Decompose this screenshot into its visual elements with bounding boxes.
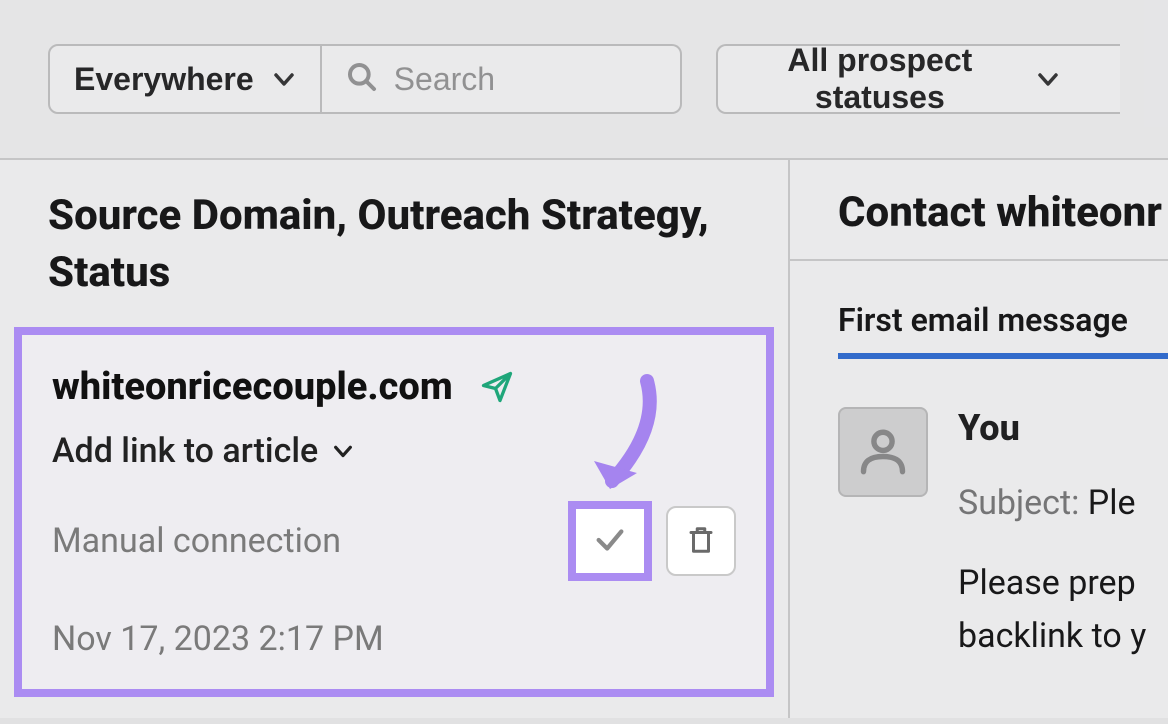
avatar [838,407,928,497]
search-input[interactable] [394,61,656,98]
list-column-header: Source Domain, Outreach Strategy, Status [0,188,788,327]
approve-button[interactable] [568,501,652,581]
contact-header: Contact whiteonr [790,188,1168,261]
tab-first-email[interactable]: First email message [790,261,1168,339]
timestamp: Nov 17, 2023 2:17 PM [52,619,736,659]
strategy-label: Add link to article [52,431,318,471]
scope-search-group: Everywhere [48,44,682,114]
scope-dropdown[interactable]: Everywhere [48,44,322,114]
status-label: All prospect statuses [742,42,1018,116]
person-icon [857,424,909,480]
message-subject: Subject: Ple [958,483,1146,523]
subject-value: Ple [1088,483,1136,523]
filter-bar: Everywhere All prospect statuses [0,0,1168,158]
search-field-wrap[interactable] [322,44,682,114]
chevron-down-icon [332,431,354,471]
main-columns: Source Domain, Outreach Strategy, Status… [0,158,1168,718]
prospect-list-column: Source Domain, Outreach Strategy, Status… [0,160,790,718]
body-line-1: Please prep [958,557,1146,610]
paper-plane-icon [479,369,515,405]
chevron-down-icon [272,67,296,91]
status-dropdown[interactable]: All prospect statuses [716,44,1120,114]
connection-row: Manual connection [52,501,736,581]
domain-name: whiteonricecouple.com [52,365,453,409]
contact-panel: Contact whiteonr First email message You… [790,160,1168,718]
connection-label: Manual connection [52,521,341,561]
domain-row: whiteonricecouple.com [52,365,736,409]
delete-button[interactable] [666,506,736,576]
card-actions [568,501,736,581]
trash-icon [686,525,716,558]
message-body: Please prep backlink to y [958,557,1146,662]
message-block: You Subject: Ple Please prep backlink to… [790,359,1168,662]
chevron-down-icon [1036,67,1060,91]
subject-label: Subject: [958,483,1079,523]
strategy-dropdown[interactable]: Add link to article [52,431,736,471]
scope-label: Everywhere [74,61,254,98]
message-author: You [958,407,1146,449]
message-content: You Subject: Ple Please prep backlink to… [958,407,1146,662]
body-line-2: backlink to y [958,610,1146,663]
tab-label-text: First email message [838,301,1128,339]
search-icon [346,61,378,97]
prospect-card[interactable]: whiteonricecouple.com Add link to articl… [14,327,774,697]
check-icon [593,523,627,560]
